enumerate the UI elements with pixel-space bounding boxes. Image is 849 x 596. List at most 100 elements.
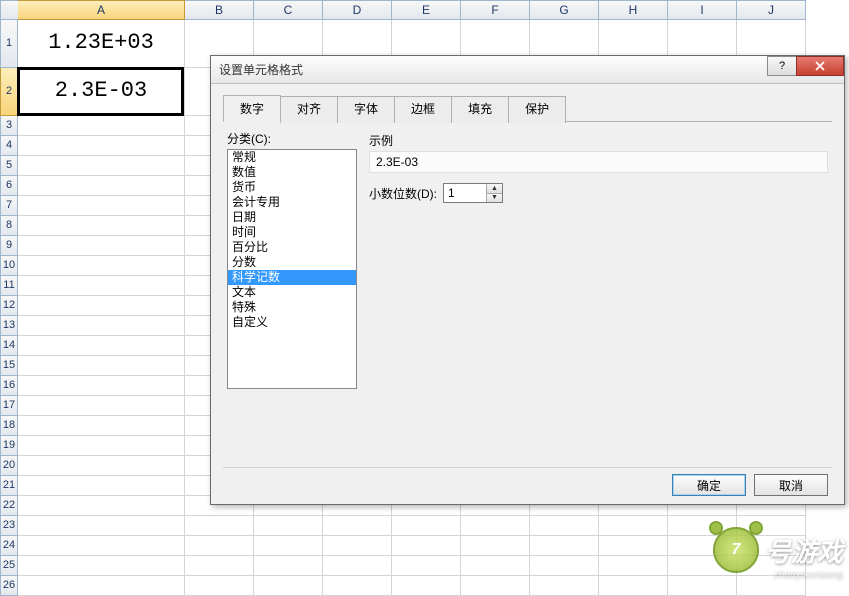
row-header-22[interactable]: 22 bbox=[0, 496, 18, 516]
column-header-I[interactable]: I bbox=[668, 0, 737, 20]
category-item-9[interactable]: 文本 bbox=[228, 285, 356, 300]
cell-A26[interactable] bbox=[18, 576, 185, 596]
cell-A15[interactable] bbox=[18, 356, 185, 376]
column-header-A[interactable]: A bbox=[18, 0, 185, 20]
cell-H24[interactable] bbox=[599, 536, 668, 556]
cell-D25[interactable] bbox=[323, 556, 392, 576]
dialog-titlebar[interactable]: 设置单元格格式 ? bbox=[211, 56, 844, 84]
cell-I26[interactable] bbox=[668, 576, 737, 596]
category-item-5[interactable]: 时间 bbox=[228, 225, 356, 240]
row-header-15[interactable]: 15 bbox=[0, 356, 18, 376]
row-header-18[interactable]: 18 bbox=[0, 416, 18, 436]
cell-A24[interactable] bbox=[18, 536, 185, 556]
category-list[interactable]: 常规数值货币会计专用日期时间百分比分数科学记数文本特殊自定义 bbox=[227, 149, 357, 389]
cell-A23[interactable] bbox=[18, 516, 185, 536]
cell-A5[interactable] bbox=[18, 156, 185, 176]
category-item-6[interactable]: 百分比 bbox=[228, 240, 356, 255]
row-header-2[interactable]: 2 bbox=[0, 68, 18, 116]
cell-B23[interactable] bbox=[185, 516, 254, 536]
cell-I24[interactable] bbox=[668, 536, 737, 556]
row-header-19[interactable]: 19 bbox=[0, 436, 18, 456]
cell-B24[interactable] bbox=[185, 536, 254, 556]
cell-A8[interactable] bbox=[18, 216, 185, 236]
category-item-1[interactable]: 数值 bbox=[228, 165, 356, 180]
cell-A9[interactable] bbox=[18, 236, 185, 256]
row-header-13[interactable]: 13 bbox=[0, 316, 18, 336]
cell-A22[interactable] bbox=[18, 496, 185, 516]
row-header-6[interactable]: 6 bbox=[0, 176, 18, 196]
spinner-up[interactable]: ▲ bbox=[487, 184, 502, 194]
row-header-14[interactable]: 14 bbox=[0, 336, 18, 356]
category-item-3[interactable]: 会计专用 bbox=[228, 195, 356, 210]
ok-button[interactable]: 确定 bbox=[672, 474, 746, 496]
column-header-C[interactable]: C bbox=[254, 0, 323, 20]
cell-J23[interactable] bbox=[737, 516, 806, 536]
cell-I23[interactable] bbox=[668, 516, 737, 536]
cell-A16[interactable] bbox=[18, 376, 185, 396]
cell-B26[interactable] bbox=[185, 576, 254, 596]
row-header-17[interactable]: 17 bbox=[0, 396, 18, 416]
cell-A2[interactable]: 2.3E-03 bbox=[18, 68, 185, 116]
category-item-10[interactable]: 特殊 bbox=[228, 300, 356, 315]
row-header-1[interactable]: 1 bbox=[0, 20, 18, 68]
cell-H25[interactable] bbox=[599, 556, 668, 576]
row-header-3[interactable]: 3 bbox=[0, 116, 18, 136]
cell-J24[interactable] bbox=[737, 536, 806, 556]
row-header-7[interactable]: 7 bbox=[0, 196, 18, 216]
cell-A13[interactable] bbox=[18, 316, 185, 336]
column-header-G[interactable]: G bbox=[530, 0, 599, 20]
category-item-7[interactable]: 分数 bbox=[228, 255, 356, 270]
column-header-B[interactable]: B bbox=[185, 0, 254, 20]
cell-E26[interactable] bbox=[392, 576, 461, 596]
cell-A6[interactable] bbox=[18, 176, 185, 196]
tab-5[interactable]: 保护 bbox=[508, 96, 566, 123]
category-item-11[interactable]: 自定义 bbox=[228, 315, 356, 330]
cell-J26[interactable] bbox=[737, 576, 806, 596]
cell-A14[interactable] bbox=[18, 336, 185, 356]
cell-A1[interactable]: 1.23E+03 bbox=[18, 20, 185, 68]
cell-D26[interactable] bbox=[323, 576, 392, 596]
row-header-5[interactable]: 5 bbox=[0, 156, 18, 176]
decimal-places-spinner[interactable]: ▲ ▼ bbox=[443, 183, 503, 203]
cell-A17[interactable] bbox=[18, 396, 185, 416]
decimal-places-input[interactable] bbox=[444, 184, 486, 202]
tab-2[interactable]: 字体 bbox=[337, 96, 395, 123]
cell-C26[interactable] bbox=[254, 576, 323, 596]
cell-C25[interactable] bbox=[254, 556, 323, 576]
cell-G26[interactable] bbox=[530, 576, 599, 596]
cell-A19[interactable] bbox=[18, 436, 185, 456]
category-item-4[interactable]: 日期 bbox=[228, 210, 356, 225]
cell-A3[interactable] bbox=[18, 116, 185, 136]
spinner-down[interactable]: ▼ bbox=[487, 194, 502, 203]
row-header-4[interactable]: 4 bbox=[0, 136, 18, 156]
cell-B25[interactable] bbox=[185, 556, 254, 576]
category-item-2[interactable]: 货币 bbox=[228, 180, 356, 195]
cell-F24[interactable] bbox=[461, 536, 530, 556]
category-item-8[interactable]: 科学记数 bbox=[228, 270, 356, 285]
row-header-12[interactable]: 12 bbox=[0, 296, 18, 316]
cell-J25[interactable] bbox=[737, 556, 806, 576]
cell-D23[interactable] bbox=[323, 516, 392, 536]
row-header-20[interactable]: 20 bbox=[0, 456, 18, 476]
cell-G24[interactable] bbox=[530, 536, 599, 556]
cell-E23[interactable] bbox=[392, 516, 461, 536]
cell-E25[interactable] bbox=[392, 556, 461, 576]
cell-I25[interactable] bbox=[668, 556, 737, 576]
select-all-corner[interactable] bbox=[0, 0, 18, 20]
column-header-E[interactable]: E bbox=[392, 0, 461, 20]
cell-A20[interactable] bbox=[18, 456, 185, 476]
tab-1[interactable]: 对齐 bbox=[280, 96, 338, 123]
tab-0[interactable]: 数字 bbox=[223, 95, 281, 122]
row-header-23[interactable]: 23 bbox=[0, 516, 18, 536]
row-header-25[interactable]: 25 bbox=[0, 556, 18, 576]
cell-F25[interactable] bbox=[461, 556, 530, 576]
cell-G23[interactable] bbox=[530, 516, 599, 536]
cell-D24[interactable] bbox=[323, 536, 392, 556]
cell-E24[interactable] bbox=[392, 536, 461, 556]
column-header-D[interactable]: D bbox=[323, 0, 392, 20]
cell-A10[interactable] bbox=[18, 256, 185, 276]
cell-G25[interactable] bbox=[530, 556, 599, 576]
column-header-F[interactable]: F bbox=[461, 0, 530, 20]
cell-F26[interactable] bbox=[461, 576, 530, 596]
help-button[interactable]: ? bbox=[767, 56, 797, 76]
